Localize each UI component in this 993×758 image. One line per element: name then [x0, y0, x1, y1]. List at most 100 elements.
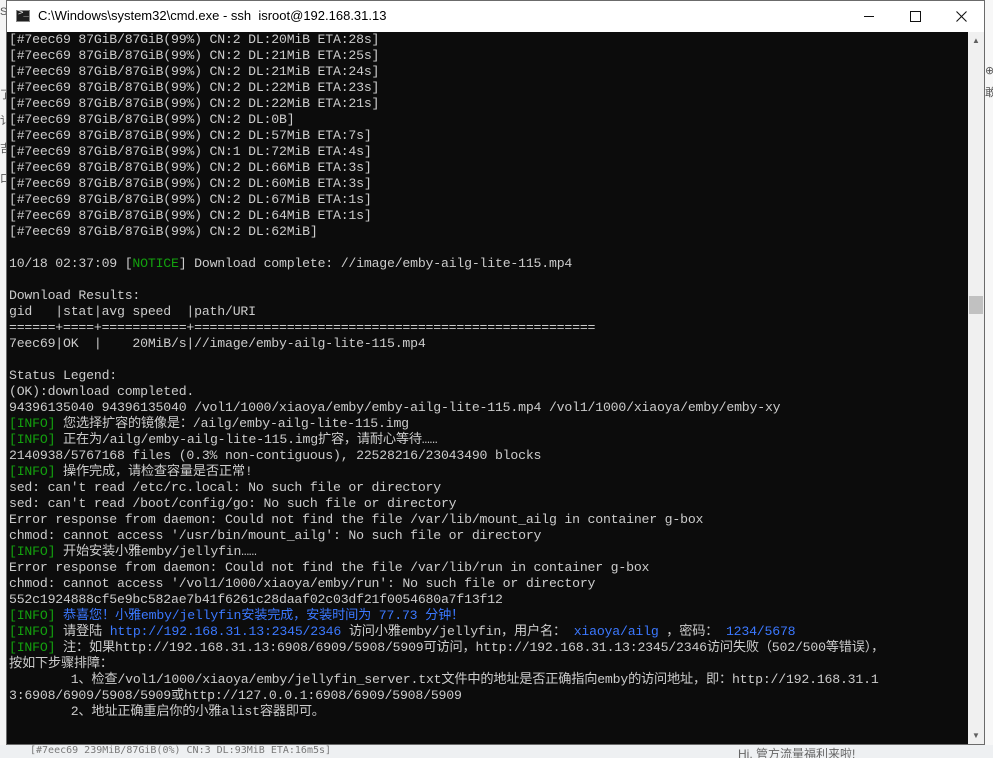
close-button[interactable]	[938, 1, 984, 32]
console-text: [#7eec69 87GiB/87GiB(99%) CN:2 DL:66MiB …	[9, 160, 372, 175]
highlight-text: 恭喜您！小雅emby/jellyfin安装完成，安装时间为 77.73 分钟！	[55, 608, 465, 623]
console-text: ] Download complete: //image/emby-ailg-l…	[178, 256, 573, 271]
console-text: [#7eec69 87GiB/87GiB(99%) CN:2 DL:21MiB …	[9, 48, 380, 63]
console-line: [#7eec69 87GiB/87GiB(99%) CN:2 DL:22MiB …	[9, 80, 884, 96]
console-line: Download Results:	[9, 288, 884, 304]
console-text: 552c1924888cf5e9bc582ae7b41f6261c28daaf0…	[9, 592, 503, 607]
console-line: [INFO] 注：如果http://192.168.31.13:6908/690…	[9, 640, 884, 656]
console-text: [#7eec69 87GiB/87GiB(99%) CN:2 DL:22MiB …	[9, 80, 380, 95]
console-line: [#7eec69 87GiB/87GiB(99%) CN:2 DL:62MiB]	[9, 224, 884, 240]
console-line: (OK):download completed.	[9, 384, 884, 400]
console-line: [INFO] 开始安装小雅emby/jellyfin……	[9, 544, 884, 560]
console-text: ，密码：	[658, 624, 726, 639]
console-text: 注：如果http://192.168.31.13:6908/6909/5908/…	[55, 640, 885, 655]
console-line: [INFO] 恭喜您！小雅emby/jellyfin安装完成，安装时间为 77.…	[9, 608, 884, 624]
console-output[interactable]: [#7eec69 87GiB/87GiB(99%) CN:2 DL:20MiB …	[7, 32, 968, 744]
console-line: 2、地址正确重启你的小雅alist容器即可。	[9, 704, 884, 720]
minimize-icon	[864, 16, 874, 17]
cmd-icon[interactable]: >_	[16, 8, 30, 22]
console-text: 94396135040 94396135040 /vol1/1000/xiaoy…	[9, 400, 781, 415]
highlight-text: 1234/5678	[725, 624, 796, 639]
console-text: [#7eec69 87GiB/87GiB(99%) CN:2 DL:0B]	[9, 112, 295, 127]
console-text: [#7eec69 87GiB/87GiB(99%) CN:2 DL:57MiB …	[9, 128, 372, 143]
console-text: 3:6908/6909/5908/5909或http://127.0.0.1:6…	[9, 688, 462, 703]
console-line: [#7eec69 87GiB/87GiB(99%) CN:2 DL:60MiB …	[9, 176, 884, 192]
console-line: Error response from daemon: Could not fi…	[9, 560, 884, 576]
title-bar[interactable]: >_ C:\Windows\system32\cmd.exe - ssh isr…	[7, 1, 984, 32]
close-icon	[956, 11, 967, 22]
log-tag: NOTICE	[132, 256, 179, 271]
background-banner-text: Hi, 管方流量福利来啦!	[738, 747, 856, 758]
bg-glyph: ⊕	[985, 65, 993, 77]
console-line: ======+====+===========+================…	[9, 320, 884, 336]
log-tag: [INFO]	[9, 432, 56, 447]
console-text: Download Results:	[9, 288, 141, 303]
console-text: 操作完成，请检查容量是否正常!	[55, 464, 253, 479]
desktop-right-edge: ⊕ 敢	[985, 0, 993, 758]
console-text: 2、地址正确重启你的小雅alist容器即可。	[9, 704, 325, 719]
highlight-text: http://192.168.31.13:2345/2346	[109, 624, 342, 639]
console-line: Status Legend:	[9, 368, 884, 384]
console-text: 10/18 02:37:09 [	[9, 256, 133, 271]
console-line: [#7eec69 87GiB/87GiB(99%) CN:2 DL:22MiB …	[9, 96, 884, 112]
console-lines: [#7eec69 87GiB/87GiB(99%) CN:2 DL:20MiB …	[9, 32, 884, 720]
maximize-icon	[910, 11, 921, 22]
console-line: 7eec69|OK | 20MiB/s|//image/emby-ailg-li…	[9, 336, 884, 352]
window-title: C:\Windows\system32\cmd.exe - ssh isroot…	[38, 8, 387, 23]
console-text: [#7eec69 87GiB/87GiB(99%) CN:2 DL:22MiB …	[9, 96, 380, 111]
console-text: sed: can't read /boot/config/go: No such…	[9, 496, 457, 511]
console-line: [INFO] 您选择扩容的镜像是：/ailg/emby-ailg-lite-11…	[9, 416, 884, 432]
minimize-button[interactable]	[846, 1, 892, 32]
console-text: Status Legend:	[9, 368, 117, 383]
log-tag: [INFO]	[9, 544, 56, 559]
scroll-up-button[interactable]: ▲	[968, 32, 984, 49]
console-line: 10/18 02:37:09 [NOTICE] Download complet…	[9, 256, 884, 272]
console-text: [#7eec69 87GiB/87GiB(99%) CN:2 DL:62MiB]	[9, 224, 318, 239]
console-text: Error response from daemon: Could not fi…	[9, 512, 704, 527]
console-text: [#7eec69 87GiB/87GiB(99%) CN:1 DL:72MiB …	[9, 144, 372, 159]
console-text: 1、检查/vol1/1000/xiaoya/emby/jellyfin_serv…	[9, 672, 879, 687]
log-tag: [INFO]	[9, 608, 56, 623]
console-line: [#7eec69 87GiB/87GiB(99%) CN:2 DL:57MiB …	[9, 128, 884, 144]
vertical-scrollbar[interactable]: ▲ ▼	[968, 32, 984, 744]
console-text: chmod: cannot access '/vol1/1000/xiaoya/…	[9, 576, 596, 591]
console-line: [INFO] 正在为/ailg/emby-ailg-lite-115.img扩容…	[9, 432, 884, 448]
console-text: [#7eec69 87GiB/87GiB(99%) CN:2 DL:60MiB …	[9, 176, 372, 191]
console-text: ======+====+===========+================…	[9, 320, 596, 335]
background-strip: [#7eec69 239MiB/87GiB(0%) CN:3 DL:93MiB …	[0, 745, 993, 758]
console-line: 按如下步骤排障：	[9, 656, 884, 672]
console-line: 1、检查/vol1/1000/xiaoya/emby/jellyfin_serv…	[9, 672, 884, 688]
log-tag: [INFO]	[9, 416, 56, 431]
scroll-down-button[interactable]: ▼	[968, 727, 984, 744]
console-text: (OK):download completed.	[9, 384, 195, 399]
console-line: [#7eec69 87GiB/87GiB(99%) CN:2 DL:64MiB …	[9, 208, 884, 224]
console-text: [#7eec69 87GiB/87GiB(99%) CN:2 DL:67MiB …	[9, 192, 372, 207]
console-text: 您选择扩容的镜像是：/ailg/emby-ailg-lite-115.img	[55, 416, 409, 431]
console-text: 访问小雅emby/jellyfin，用户名：	[341, 624, 574, 639]
console-text: Error response from daemon: Could not fi…	[9, 560, 650, 575]
maximize-button[interactable]	[892, 1, 938, 32]
console-text: 2140938/5767168 files (0.3% non-contiguo…	[9, 448, 542, 463]
console-text: [#7eec69 87GiB/87GiB(99%) CN:2 DL:21MiB …	[9, 64, 380, 79]
console-line: [#7eec69 87GiB/87GiB(99%) CN:1 DL:72MiB …	[9, 144, 884, 160]
scroll-thumb[interactable]	[969, 296, 983, 314]
console-line: gid |stat|avg speed |path/URI	[9, 304, 884, 320]
console-text: [#7eec69 87GiB/87GiB(99%) CN:2 DL:20MiB …	[9, 32, 380, 47]
console-text: 7eec69|OK | 20MiB/s|//image/emby-ailg-li…	[9, 336, 426, 351]
log-tag: [INFO]	[9, 624, 56, 639]
console-line: sed: can't read /boot/config/go: No such…	[9, 496, 884, 512]
console-line: chmod: cannot access '/usr/bin/mount_ail…	[9, 528, 884, 544]
log-tag: [INFO]	[9, 464, 56, 479]
console-line: [#7eec69 87GiB/87GiB(99%) CN:2 DL:66MiB …	[9, 160, 884, 176]
console-line: [INFO] 操作完成，请检查容量是否正常!	[9, 464, 884, 480]
log-tag: [INFO]	[9, 640, 56, 655]
console-text: 按如下步骤排障：	[9, 656, 113, 671]
console-line: sed: can't read /etc/rc.local: No such f…	[9, 480, 884, 496]
background-terminal-text: [#7eec69 239MiB/87GiB(0%) CN:3 DL:93MiB …	[30, 745, 332, 756]
console-line: 3:6908/6909/5908/5909或http://127.0.0.1:6…	[9, 688, 884, 704]
console-line: [#7eec69 87GiB/87GiB(99%) CN:2 DL:21MiB …	[9, 64, 884, 80]
console-text: sed: can't read /etc/rc.local: No such f…	[9, 480, 441, 495]
console-text: 正在为/ailg/emby-ailg-lite-115.img扩容，请耐心等待……	[55, 432, 438, 447]
